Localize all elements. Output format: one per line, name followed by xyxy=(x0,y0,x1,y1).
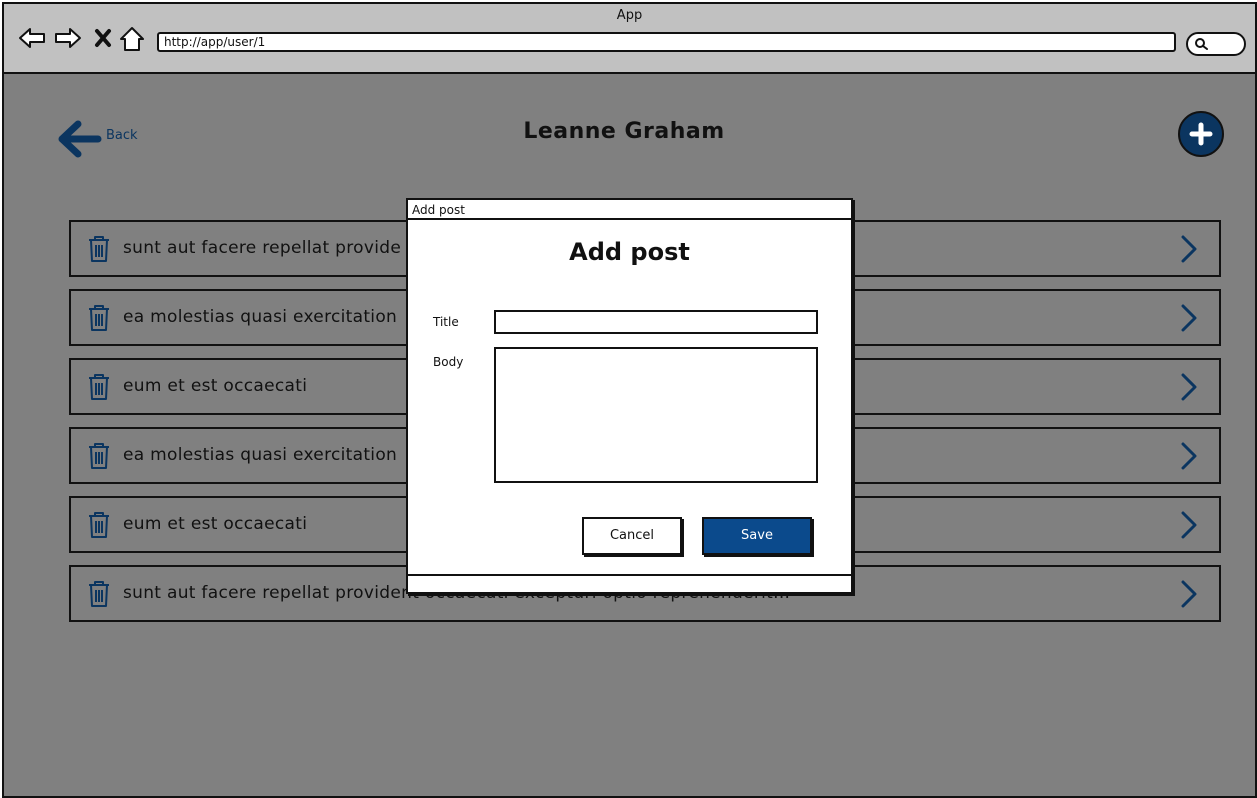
body-textarea[interactable] xyxy=(494,347,818,483)
trash-icon[interactable] xyxy=(87,373,111,401)
post-title: eum et est occaecati xyxy=(123,376,308,396)
body-label: Body xyxy=(433,355,464,369)
post-title: ea molestias quasi exercitation xyxy=(123,307,398,327)
back-arrow-icon[interactable] xyxy=(18,26,46,50)
home-icon[interactable] xyxy=(119,26,145,52)
browser-toolbar: App http://app/user/1 xyxy=(4,4,1255,74)
post-title: ea molestias quasi exercitation xyxy=(123,445,398,465)
add-post-button[interactable] xyxy=(1178,111,1224,157)
post-title: eum et est occaecati xyxy=(123,514,308,534)
page-title: Leanne Graham xyxy=(523,119,725,144)
back-label: Back xyxy=(106,128,138,143)
chevron-right-icon[interactable] xyxy=(1179,580,1199,608)
forward-arrow-icon[interactable] xyxy=(54,26,82,50)
app-window: App http://app/user/1 Back Leanne Graham xyxy=(2,2,1257,798)
save-button[interactable]: Save xyxy=(702,517,812,555)
cancel-button[interactable]: Cancel xyxy=(582,517,682,555)
back-arrow-icon xyxy=(58,120,102,158)
stop-icon[interactable] xyxy=(94,28,112,48)
trash-icon[interactable] xyxy=(87,235,111,263)
plus-icon xyxy=(1189,122,1213,146)
browser-search-box[interactable] xyxy=(1186,32,1246,56)
back-button[interactable]: Back xyxy=(58,116,148,162)
title-input[interactable] xyxy=(494,310,818,334)
search-icon xyxy=(1195,38,1208,50)
window-title: App xyxy=(616,8,643,23)
address-bar[interactable]: http://app/user/1 xyxy=(157,32,1176,52)
title-label: Title xyxy=(433,315,459,329)
chevron-right-icon[interactable] xyxy=(1179,235,1199,263)
chevron-right-icon[interactable] xyxy=(1179,304,1199,332)
chevron-right-icon[interactable] xyxy=(1179,442,1199,470)
chevron-right-icon[interactable] xyxy=(1179,511,1199,539)
trash-icon[interactable] xyxy=(87,304,111,332)
chevron-right-icon[interactable] xyxy=(1179,373,1199,401)
trash-icon[interactable] xyxy=(87,511,111,539)
dialog-titlebar: Add post xyxy=(408,200,851,220)
post-title: sunt aut facere repellat provide xyxy=(123,238,402,258)
dialog-footer-divider xyxy=(408,574,851,576)
trash-icon[interactable] xyxy=(87,580,111,608)
add-post-dialog: Add post Add post Title Body Cancel Save xyxy=(406,198,853,594)
trash-icon[interactable] xyxy=(87,442,111,470)
dialog-heading: Add post xyxy=(569,238,690,266)
